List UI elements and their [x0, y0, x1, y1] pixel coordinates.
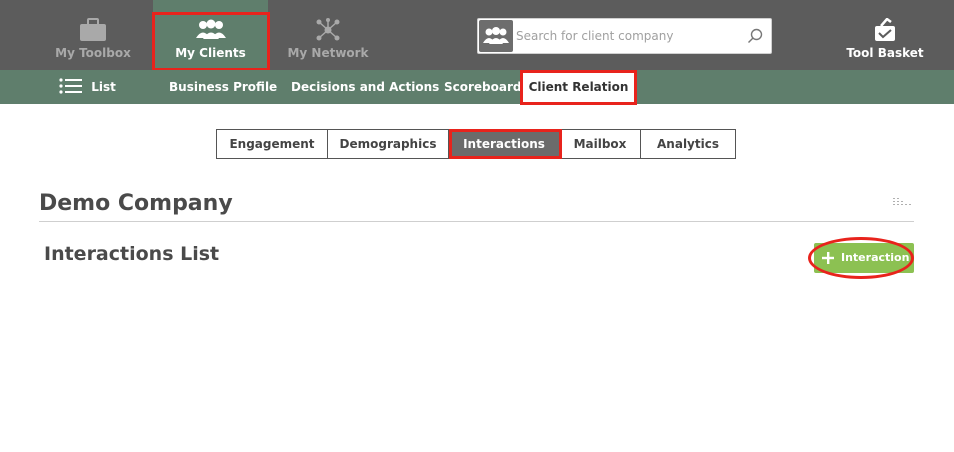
subnav-business-profile[interactable]: Business Profile: [169, 70, 277, 104]
add-interaction-label: Interaction: [841, 251, 910, 264]
nav-tool-basket[interactable]: Tool Basket: [846, 0, 924, 70]
list-icon: [59, 78, 82, 94]
company-title: Demo Company: [39, 191, 233, 216]
tab-analytics[interactable]: Analytics: [641, 130, 735, 158]
tab-interactions[interactable]: Interactions: [449, 130, 560, 158]
grid-handle-icon[interactable]: [893, 197, 911, 207]
nav-my-clients[interactable]: My Clients: [153, 0, 268, 70]
nav-tool-basket-label: Tool Basket: [846, 46, 924, 60]
client-search: [477, 18, 772, 54]
tab-demographics[interactable]: Demographics: [328, 130, 449, 158]
search-icon[interactable]: [747, 28, 763, 44]
top-bar: My Toolbox My Clients My Network Search …: [0, 0, 954, 70]
subnav-client-relation[interactable]: Client Relation: [521, 73, 636, 105]
basket-icon: [875, 18, 895, 41]
client-relation-tabs: Engagement Demographics Interactions Mai…: [216, 129, 736, 159]
nav-my-toolbox[interactable]: My Toolbox: [50, 0, 136, 70]
add-interaction-button[interactable]: Interaction: [814, 243, 914, 273]
toolbox-icon: [80, 18, 106, 41]
sub-nav: List Business Profile Decisions and Acti…: [0, 70, 954, 105]
interactions-list-title: Interactions List: [44, 243, 220, 265]
nav-my-network-label: My Network: [287, 46, 369, 60]
list-menu-label: List: [91, 80, 116, 94]
subnav-decisions-actions[interactable]: Decisions and Actions: [291, 70, 439, 104]
nav-my-clients-label: My Clients: [175, 46, 246, 60]
nav-my-toolbox-label: My Toolbox: [55, 46, 131, 60]
tab-mailbox[interactable]: Mailbox: [560, 130, 641, 158]
people-icon: [195, 19, 226, 39]
search-input[interactable]: [516, 23, 736, 49]
title-divider: [39, 221, 914, 222]
list-menu-button[interactable]: List: [59, 70, 116, 104]
plus-icon: [822, 252, 834, 264]
people-icon: [483, 27, 509, 44]
tab-engagement[interactable]: Engagement: [217, 130, 328, 158]
network-icon: [316, 18, 340, 41]
subnav-scoreboard[interactable]: Scoreboard: [444, 70, 522, 104]
nav-my-network[interactable]: My Network: [283, 0, 373, 70]
search-people-badge: [479, 20, 513, 52]
